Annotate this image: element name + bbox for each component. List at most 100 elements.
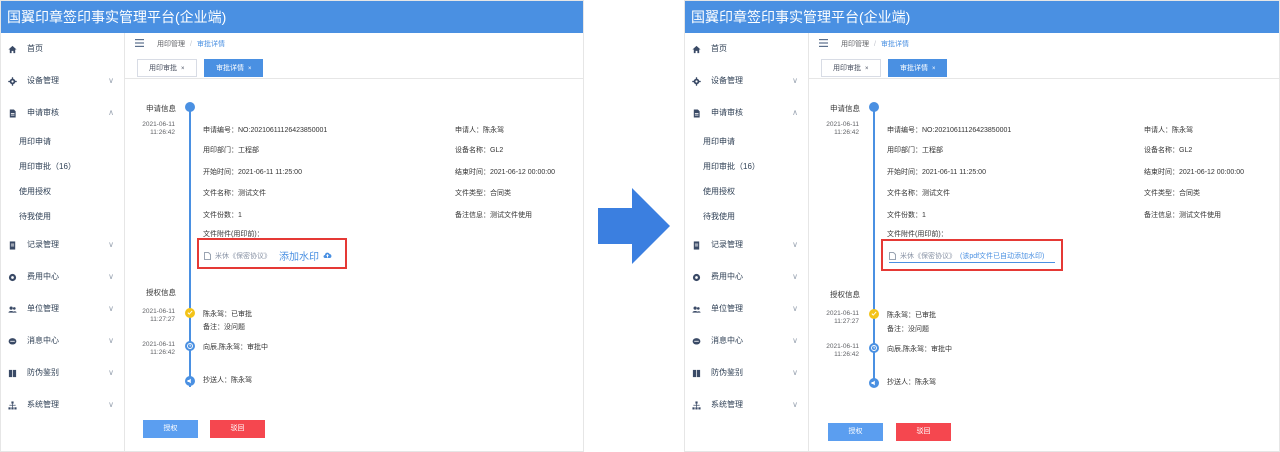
sidebar-item-label: 单位管理 (27, 304, 59, 313)
sidebar-item-label: 首页 (711, 44, 727, 53)
sidebar-item-fees[interactable]: 费用中心 ∨ (685, 261, 808, 293)
field-file-count: 文件份数：1 (203, 212, 242, 219)
tab-approval[interactable]: 用印审批 × (137, 59, 197, 77)
file-icon (204, 251, 211, 260)
sidebar-item-system[interactable]: 系统管理 ∨ (1, 389, 124, 421)
timeline-dot (869, 102, 879, 112)
sidebar-subitem-authorize[interactable]: 使用授权 (1, 179, 124, 204)
sidebar-item-units[interactable]: 单位管理 ∨ (685, 293, 808, 325)
chevron-down-icon: ∨ (792, 76, 798, 85)
authorize-button[interactable]: 授权 (143, 420, 198, 438)
tab-detail[interactable]: 审批详情 × (887, 59, 948, 77)
detail-content: 申请信息 2021-06-11 11:26:42 申请编号：NO:20210611… (809, 91, 1279, 451)
sidebar: 首页 设备管理 ∨ 申请审核 ∧ 用印申请 用印审批（16） 使用授权 待我使用… (1, 33, 125, 451)
close-icon[interactable]: × (932, 66, 936, 72)
users-icon (7, 304, 17, 314)
chevron-down-icon: ∨ (108, 304, 114, 313)
main-panel: 用印管理 / 审批详情 用印审批 × 审批详情 × 申请信息 2021-06-11 1… (125, 33, 583, 451)
attachment-link[interactable]: 米休《保密协议》 (900, 251, 956, 261)
comparison-stage: 国翼印章签印事实管理平台(企业端) 首页 设备管理 ∨ 申请审核 ∧ 用印申请 … (0, 0, 1280, 452)
breadcrumb-separator: / (874, 40, 876, 48)
close-icon[interactable]: × (865, 66, 869, 72)
sidebar-item-system[interactable]: 系统管理 ∨ (685, 389, 808, 421)
sidebar-item-home[interactable]: 首页 (1, 33, 124, 65)
breadcrumb-parent[interactable]: 用印管理 (841, 39, 869, 49)
field-device: 设备名称：GL2 (1144, 147, 1193, 154)
sidebar-subitem-approve[interactable]: 用印审批（16） (685, 154, 808, 179)
field-applicant: 申请人：陈永驾 (455, 127, 504, 134)
field-remark: 备注信息：测试文件使用 (1144, 212, 1221, 219)
event-line: 向辰,陈永驾：审批中 (887, 346, 952, 353)
attachment-link[interactable]: 米休《保密协议》 (215, 251, 271, 261)
field-file-name: 文件名称：测试文件 (887, 190, 950, 197)
chevron-down-icon: ∨ (108, 368, 114, 377)
document-icon (691, 108, 701, 118)
breadcrumb: 用印管理 / 审批详情 (809, 33, 1279, 55)
timestamp: 2021-06-11 11:27:27 (115, 308, 175, 324)
field-applicant: 申请人：陈永驾 (1144, 127, 1193, 134)
field-device: 设备名称：GL2 (455, 147, 504, 154)
field-remark: 备注信息：测试文件使用 (455, 212, 532, 219)
chevron-down-icon: ∨ (792, 304, 798, 313)
cloud-upload-icon[interactable] (323, 251, 332, 261)
sidebar-subitem-pending[interactable]: 待我使用 (685, 204, 808, 229)
sidebar-item-anticounterfeit[interactable]: 防伪鉴别 ∨ (685, 357, 808, 389)
shield-icon (691, 368, 701, 378)
timestamp: 2021-06-11 11:27:27 (799, 310, 859, 326)
detail-content: 申请信息 2021-06-11 11:26:42 申请编号：NO:20210611… (125, 91, 583, 451)
chevron-down-icon: ∨ (792, 400, 798, 409)
sidebar-item-records[interactable]: 记录管理 ∨ (685, 229, 808, 261)
sidebar-item-label: 费用中心 (27, 272, 59, 281)
sidebar-subitem-apply[interactable]: 用印申请 (1, 129, 124, 154)
section-title-application: 申请信息 (146, 104, 176, 113)
close-icon[interactable]: × (248, 66, 252, 72)
timestamp-date: 2021-06-11 (142, 341, 175, 348)
attachment-row: 米休《保密协议》 (该pdf文件已自动添加水印) (889, 251, 1044, 261)
reject-button[interactable]: 驳回 (896, 423, 951, 441)
authorize-button[interactable]: 授权 (828, 423, 883, 441)
sidebar-item-home[interactable]: 首页 (685, 33, 808, 65)
check-icon (187, 310, 193, 315)
timestamp: 2021-06-11 11:26:42 (115, 341, 175, 357)
hamburger-icon[interactable] (819, 39, 829, 49)
sidebar-subitem-apply[interactable]: 用印申请 (685, 129, 808, 154)
reject-button[interactable]: 驳回 (210, 420, 265, 438)
sidebar-subitem-approve[interactable]: 用印审批（16） (1, 154, 124, 179)
sidebar-item-units[interactable]: 单位管理 ∨ (1, 293, 124, 325)
sidebar-item-review[interactable]: 申请审核 ∧ (685, 97, 808, 129)
sidebar-item-devices[interactable]: 设备管理 ∨ (1, 65, 124, 97)
sidebar-item-records[interactable]: 记录管理 ∨ (1, 229, 124, 261)
message-icon (7, 336, 17, 346)
screenshot-before: 国翼印章签印事实管理平台(企业端) 首页 设备管理 ∨ 申请审核 ∧ 用印申请 … (0, 0, 584, 452)
sidebar-item-messages[interactable]: 消息中心 ∨ (685, 325, 808, 357)
sidebar-item-anticounterfeit[interactable]: 防伪鉴别 ∨ (1, 357, 124, 389)
sidebar-subitem-authorize[interactable]: 使用授权 (685, 179, 808, 204)
home-icon (691, 44, 701, 54)
sidebar-item-messages[interactable]: 消息中心 ∨ (1, 325, 124, 357)
document-icon (7, 108, 17, 118)
add-watermark-button[interactable]: 添加水印 (279, 248, 319, 263)
sidebar-item-fees[interactable]: 费用中心 ∨ (1, 261, 124, 293)
sidebar-item-label: 申请审核 (27, 108, 59, 117)
tab-approval[interactable]: 用印审批 × (821, 59, 881, 77)
watermark-note: (该pdf文件已自动添加水印) (960, 253, 1045, 260)
org-icon (7, 400, 17, 410)
gear-icon (7, 76, 17, 86)
home-icon (7, 44, 17, 54)
hamburger-icon[interactable] (135, 39, 145, 49)
field-apply-no: 申请编号：NO:20210611126423850001 (887, 127, 1012, 134)
sidebar-subitem-pending[interactable]: 待我使用 (1, 204, 124, 229)
sidebar-item-label: 防伪鉴别 (711, 368, 743, 377)
breadcrumb-parent[interactable]: 用印管理 (157, 39, 185, 49)
gear-icon (691, 76, 701, 86)
sidebar-item-review[interactable]: 申请审核 ∧ (1, 97, 124, 129)
event-line: 向辰,陈永驾：审批中 (203, 344, 268, 351)
close-icon[interactable]: × (181, 66, 185, 72)
sidebar-item-label: 记录管理 (27, 240, 59, 249)
timeline-dot-approved (869, 309, 879, 319)
tab-detail[interactable]: 审批详情 × (203, 59, 264, 77)
link-underline (889, 262, 1055, 263)
timeline-dot (185, 102, 195, 112)
sidebar-item-devices[interactable]: 设备管理 ∨ (685, 65, 808, 97)
sidebar-item-label: 系统管理 (711, 400, 743, 409)
